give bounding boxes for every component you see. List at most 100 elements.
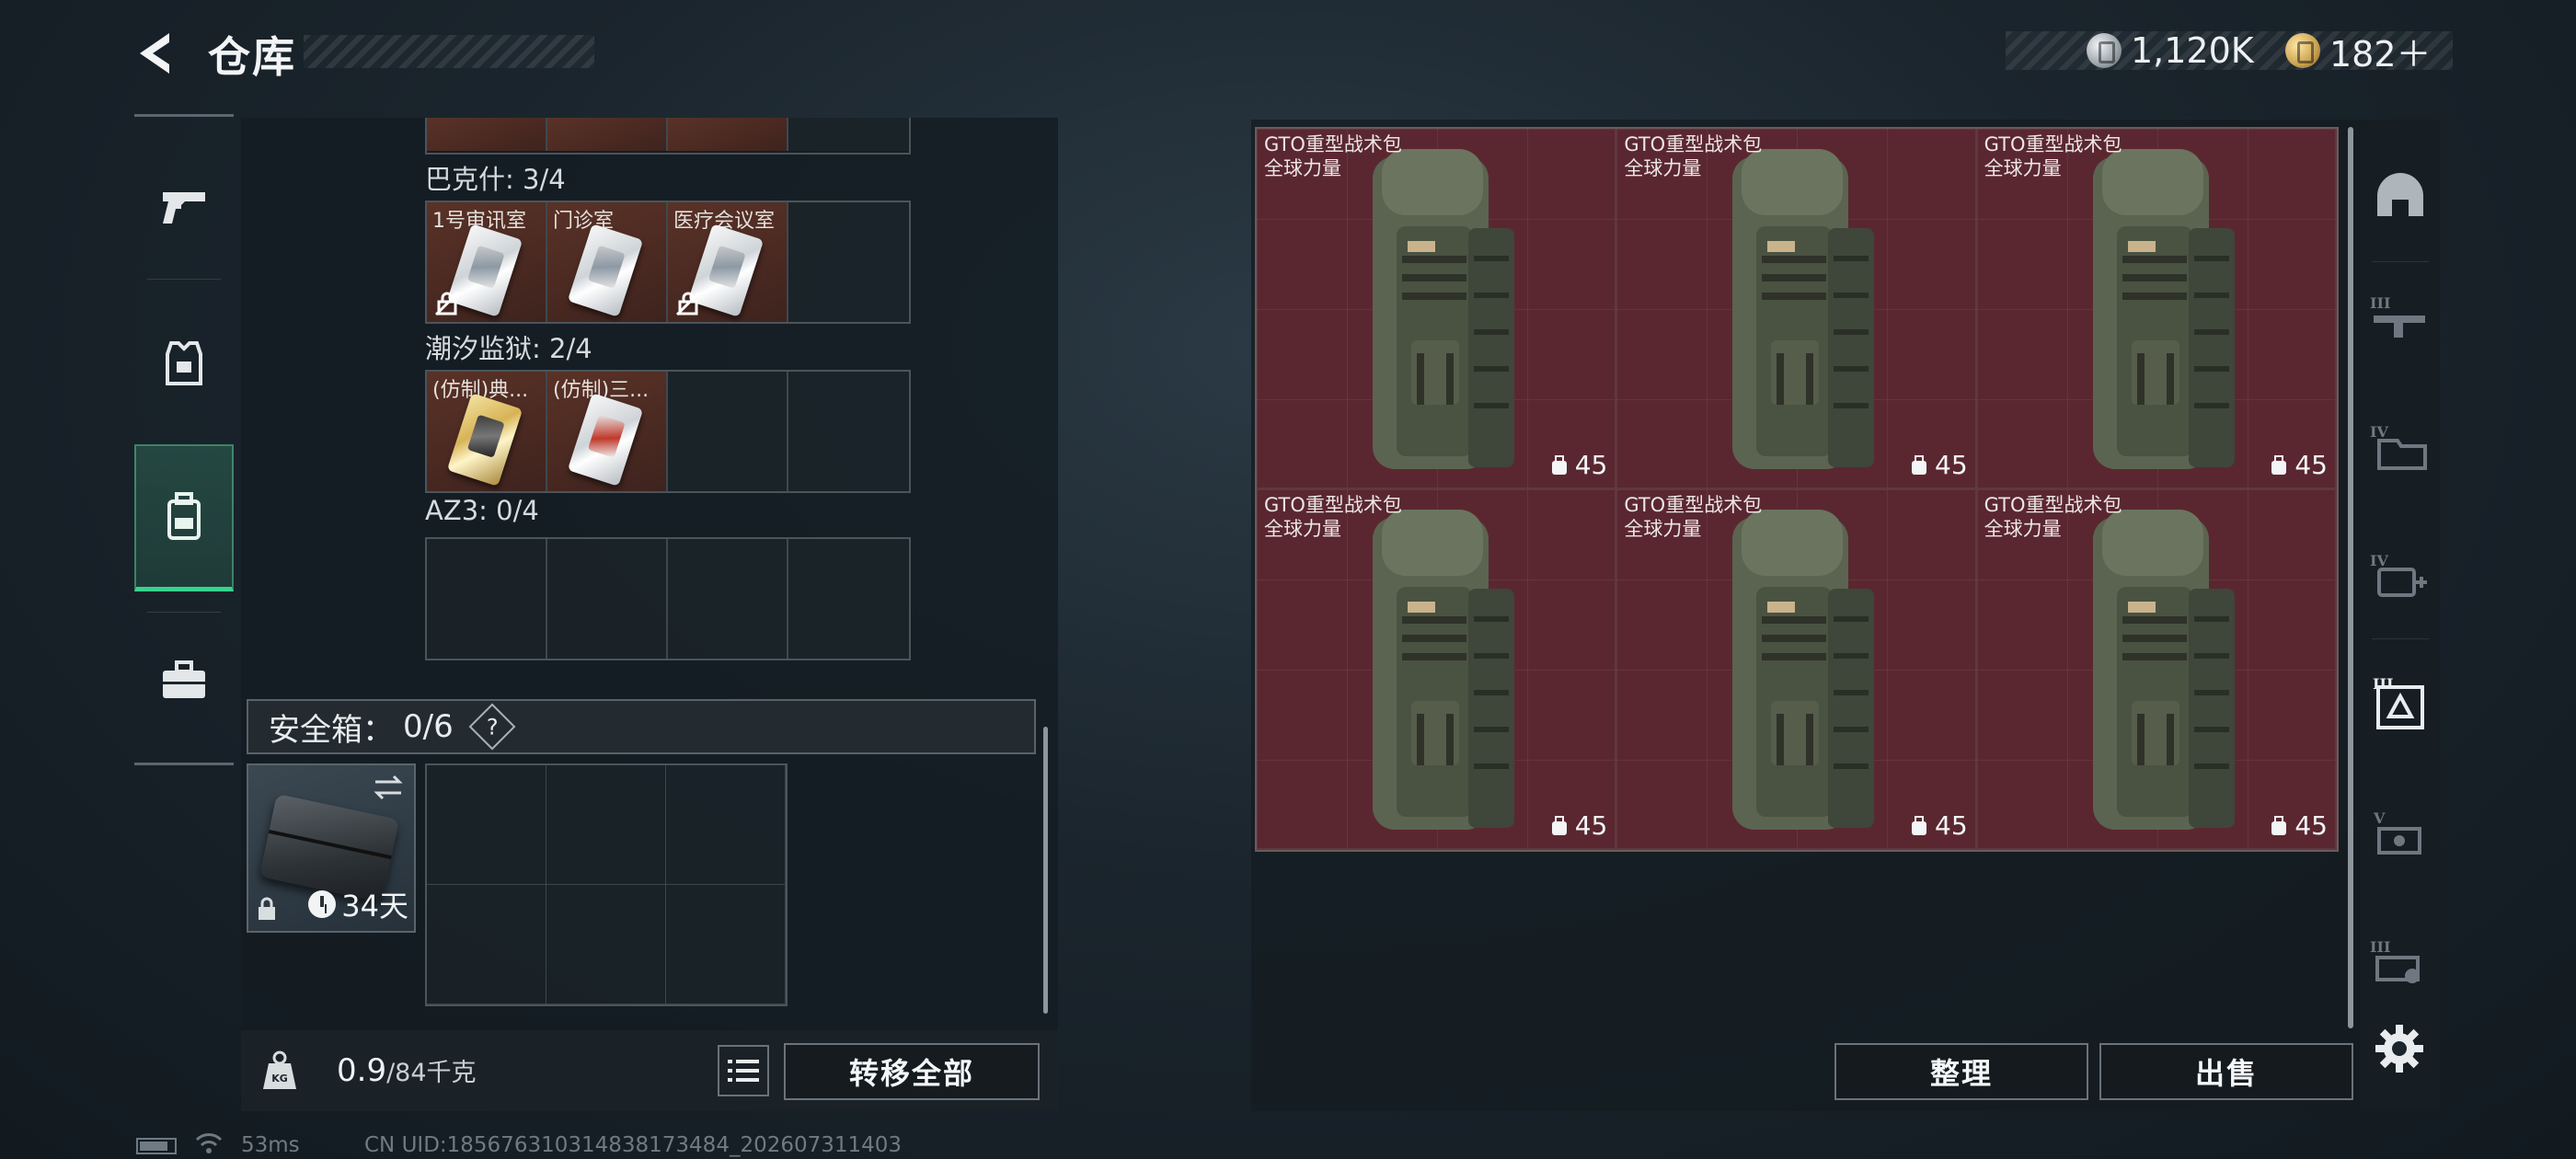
stash-item-backpack[interactable]: GTO重型战术包 全球力量 45: [1257, 489, 1617, 850]
backpack-capacity-icon: [1912, 454, 1927, 475]
settings-gear-icon[interactable]: [2374, 1023, 2425, 1074]
backpack-item-image: [1732, 149, 1875, 469]
key-slot[interactable]: (仿制)三...: [547, 372, 668, 491]
back-button[interactable]: [129, 26, 184, 81]
sell-button[interactable]: 出售: [2099, 1043, 2353, 1100]
safebox-slot[interactable]: [427, 765, 546, 885]
item-source: 全球力量: [1264, 518, 1341, 540]
unlockable-icon: [675, 291, 701, 316]
list-icon: [728, 1060, 759, 1082]
item-source: 全球力量: [1624, 518, 1702, 540]
safebox-slot[interactable]: [546, 765, 666, 885]
key-section-label: 巴克什: 3/4: [425, 164, 566, 195]
rail-item-backpack[interactable]: [134, 444, 234, 591]
lock-icon: [259, 897, 275, 920]
item-name: GTO重型战术包: [1624, 494, 1763, 516]
item-capacity: 45: [2269, 810, 2328, 841]
item-source: 全球力量: [1984, 518, 2062, 540]
item-name-block: GTO重型战术包 全球力量: [1984, 132, 2122, 180]
filter-safebox[interactable]: III: [2361, 644, 2440, 763]
backpack-capacity-icon: [1551, 454, 1567, 475]
item-capacity-value: 45: [1935, 810, 1968, 841]
wifi-icon: [195, 1133, 223, 1153]
stash-item-backpack[interactable]: GTO重型战术包 全球力量 45: [1616, 129, 1977, 489]
silver-amount: 1,120K: [2131, 30, 2254, 71]
briefcase-icon: [163, 660, 205, 698]
tier-3-tools-icon: III: [2370, 938, 2420, 983]
item-source: 全球力量: [1984, 157, 2062, 179]
backpack-capacity-icon: [2271, 454, 2287, 475]
rail-item-equipment[interactable]: [134, 290, 234, 437]
safebox-slot[interactable]: [427, 885, 546, 1004]
item-capacity-value: 45: [2294, 450, 2328, 480]
key-section-label: AZ3: 0/4: [425, 495, 539, 526]
swap-icon[interactable]: [372, 771, 405, 804]
rail-divider: [2372, 638, 2429, 639]
transfer-all-button[interactable]: 转移全部: [784, 1043, 1040, 1100]
keycard-icon: [567, 224, 644, 317]
uid-readout: CN UID:18567631031483817348​4_2026073114…: [364, 1133, 903, 1157]
safebox-case-slot[interactable]: 34天: [247, 763, 416, 933]
empty-key-slot[interactable]: [547, 539, 668, 659]
stash-item-backpack[interactable]: GTO重型战术包 全球力量 45: [1976, 489, 2337, 850]
item-name: GTO重型战术包: [1984, 133, 2122, 155]
rail-item-weapons[interactable]: [134, 133, 234, 281]
filter-tier-iii-weapons[interactable]: III: [2361, 258, 2440, 377]
stash-scrollbar[interactable]: [2348, 127, 2353, 1028]
stash-grid: GTO重型战术包 全球力量 45 GTO重型战术包 全球力量 45 GTO重型战…: [1255, 127, 2339, 852]
safebox-grid: [425, 763, 788, 1006]
ping-readout: 53ms: [241, 1133, 300, 1157]
key-slot[interactable]: 1号审讯室: [427, 202, 547, 322]
title-stripe-decoration: [304, 35, 594, 68]
stash-item-backpack[interactable]: GTO重型战术包 全球力量 45: [1616, 489, 1977, 850]
safebox-slot[interactable]: [666, 765, 786, 885]
page-title: 仓库: [208, 32, 296, 82]
list-view-button[interactable]: [718, 1045, 769, 1096]
filter-tier-iii-tools[interactable]: III: [2361, 901, 2440, 1021]
weight-icon: KG: [263, 1050, 296, 1089]
key-slot[interactable]: 门诊室: [547, 202, 668, 322]
key-slot[interactable]: 医疗会议室: [668, 202, 788, 322]
filter-tier-iv-documents[interactable]: IV: [2361, 386, 2440, 506]
helmet-icon: [2377, 173, 2423, 216]
empty-key-slot[interactable]: [788, 372, 909, 491]
rail-item-items[interactable]: [134, 606, 234, 753]
filter-tier-iv-medical[interactable]: IV: [2361, 515, 2440, 635]
silver-coin-icon: [2087, 33, 2122, 68]
item-capacity-value: 45: [1935, 450, 1968, 480]
empty-key-slot[interactable]: [427, 539, 547, 659]
item-capacity: 45: [1909, 450, 1968, 480]
clock-icon: [308, 890, 337, 918]
help-icon: ?: [486, 714, 499, 740]
svg-text:III: III: [2370, 938, 2390, 956]
tier-4-folder-icon: IV: [2370, 423, 2427, 470]
backpack-icon: [167, 491, 201, 540]
empty-key-slot[interactable]: [668, 372, 788, 491]
backpack-capacity-icon: [1912, 815, 1927, 835]
case-days-text: 34天: [341, 889, 408, 924]
keycard-icon: [567, 393, 644, 487]
svg-text:V: V: [2373, 809, 2386, 827]
backpack-capacity-icon: [2271, 815, 2287, 835]
partial-key-row: [425, 118, 911, 155]
item-name-block: GTO重型战术包 全球力量: [1624, 132, 1762, 180]
item-capacity-value: 45: [2294, 810, 2328, 841]
stash-item-backpack[interactable]: GTO重型战术包 全球力量 45: [1257, 129, 1617, 489]
empty-key-slot[interactable]: [788, 202, 909, 322]
key-section-label: 潮汐监狱: 2/4: [425, 333, 592, 364]
safebox-slot[interactable]: [666, 885, 786, 1004]
filter-tier-v[interactable]: V: [2361, 773, 2440, 892]
sort-button[interactable]: 整理: [1834, 1043, 2088, 1100]
key-slot[interactable]: (仿制)典...: [427, 372, 547, 491]
unlockable-icon: [434, 291, 460, 316]
stash-item-backpack[interactable]: GTO重型战术包 全球力量 45: [1976, 129, 2337, 489]
safebox-slot[interactable]: [546, 885, 666, 1004]
inventory-scrollbar[interactable]: [1043, 727, 1048, 1014]
currency-gold[interactable]: 182＋: [2285, 28, 2432, 75]
empty-key-slot[interactable]: [788, 539, 909, 659]
item-capacity-value: 45: [1574, 450, 1608, 480]
svg-text:KG: KG: [271, 1073, 288, 1084]
help-button[interactable]: ?: [468, 703, 516, 751]
filter-helmet[interactable]: [2361, 134, 2440, 254]
empty-key-slot[interactable]: [668, 539, 788, 659]
